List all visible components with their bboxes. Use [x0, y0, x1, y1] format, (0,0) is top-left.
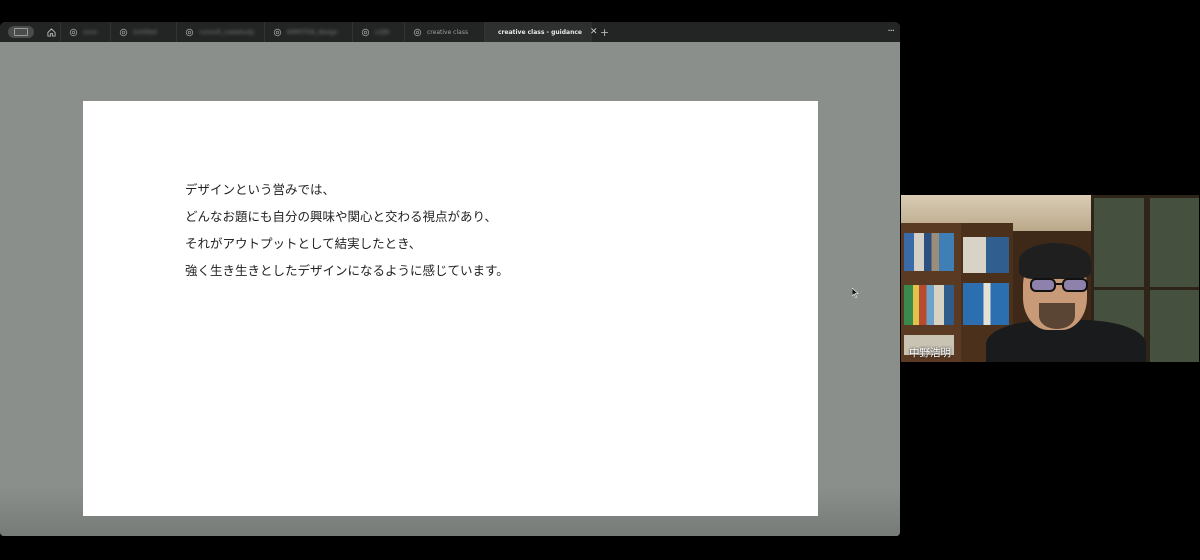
books	[963, 283, 1009, 325]
tab-list: xxxx Untitled consult_casestudy KIMOTOA_des…	[60, 22, 598, 42]
more-icon[interactable]: ···	[887, 26, 894, 37]
link-icon	[185, 28, 194, 36]
sidebar-icon	[14, 28, 28, 36]
books	[963, 237, 1009, 273]
window-pane	[1147, 195, 1199, 293]
slide-line: それがアウトプットとして結実したとき、	[185, 236, 422, 251]
slide-text: デザインという営みでは、どんなお題にも自分の興味や関心と交わる視点があり、 それが…	[185, 176, 509, 284]
books	[904, 285, 954, 325]
tab-label: xxxx	[83, 28, 98, 36]
tab-label: KIMOTOA_design	[287, 28, 338, 36]
tab[interactable]: consult_casestudy	[176, 22, 264, 42]
close-tab-icon[interactable]: ✕	[590, 27, 598, 37]
tab-bar: xxxx Untitled consult_casestudy KIMOTOA_des…	[0, 22, 900, 42]
tab[interactable]: xxxx	[60, 22, 110, 42]
link-icon	[69, 28, 78, 36]
tab-label: creative class - guidance	[498, 28, 582, 36]
browser-window: xxxx Untitled consult_casestudy KIMOTOA_des…	[0, 22, 900, 536]
slide-line: デザインという営みでは、	[185, 182, 336, 197]
tab-label: Untitled	[133, 28, 157, 36]
presentation-stage: デザインという営みでは、どんなお題にも自分の興味や関心と交わる視点があり、 それが…	[0, 42, 900, 536]
window-pane	[1147, 287, 1199, 362]
participant-name: 中野浩明	[909, 347, 951, 359]
slide-line: 強く生き生きとしたデザインになるように感じています。	[185, 263, 509, 278]
home-icon	[46, 27, 56, 37]
tab-label: consult_casestudy	[199, 28, 255, 36]
person-beard	[1039, 303, 1075, 329]
slide: デザインという営みでは、どんなお題にも自分の興味や関心と交わる視点があり、 それが…	[83, 101, 818, 516]
link-icon	[361, 28, 370, 36]
sidebar-toggle-button[interactable]	[8, 26, 34, 38]
link-icon	[413, 28, 422, 36]
home-button[interactable]	[42, 23, 60, 41]
tab-label: LOJN	[375, 28, 390, 36]
tab[interactable]: creative class	[404, 22, 484, 42]
window-pane	[1091, 195, 1147, 293]
participant-video-tile[interactable]: 中野浩明	[901, 195, 1199, 362]
tab-label: creative class	[427, 28, 469, 36]
mouse-cursor-icon	[852, 288, 859, 298]
new-tab-button[interactable]: +	[600, 26, 609, 39]
books	[904, 233, 954, 271]
tab[interactable]: Untitled	[110, 22, 176, 42]
tab[interactable]: creative class - guidance ✕	[484, 22, 598, 42]
glasses-icon	[1030, 278, 1088, 292]
person-beanie	[1019, 243, 1091, 279]
tab[interactable]: LOJN	[352, 22, 404, 42]
link-icon	[119, 28, 128, 36]
tab[interactable]: KIMOTOA_design	[264, 22, 352, 42]
slide-line: どんなお題にも自分の興味や関心と交わる視点があり、	[185, 209, 498, 224]
link-icon	[273, 28, 282, 36]
